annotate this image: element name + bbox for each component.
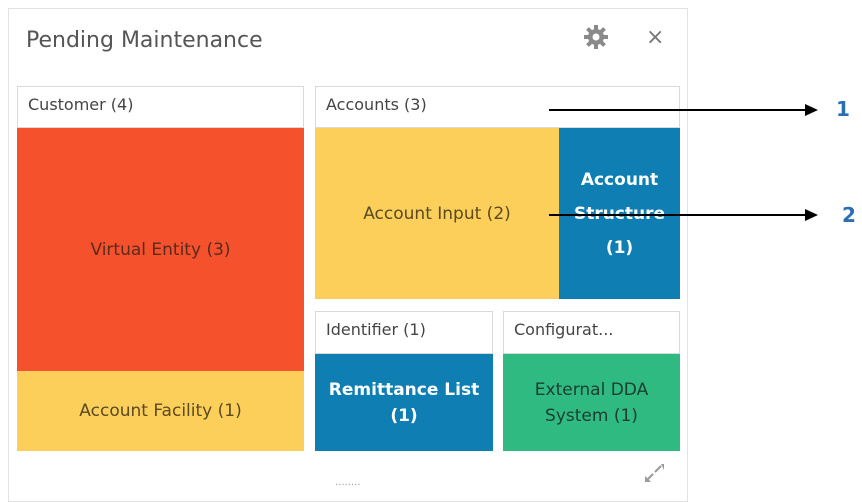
drag-grip[interactable]: ........ (335, 477, 360, 488)
gear-icon[interactable] (583, 24, 609, 50)
tile-external-dda-system[interactable]: External DDA System (1) (503, 354, 680, 451)
tile-account-facility[interactable]: Account Facility (1) (17, 371, 304, 451)
tile-label-remittance-1: Remittance List (328, 379, 480, 400)
callout-arrowhead-1 (805, 104, 818, 116)
tile-label-virtual-entity: Virtual Entity (3) (90, 239, 231, 260)
tile-virtual-entity[interactable]: Virtual Entity (3) (17, 128, 304, 371)
group-header-identifier[interactable]: Identifier (1) (315, 311, 493, 354)
tile-label-account-structure-1: Account (580, 169, 659, 190)
group-label-customer: Customer (4) (28, 95, 134, 114)
callout-label-1: 1 (836, 97, 850, 121)
group-header-configuration[interactable]: Configurat... (503, 311, 680, 354)
tile-remittance-list[interactable]: Remittance List (1) (315, 354, 493, 451)
callout-arrowhead-2 (805, 209, 818, 221)
tile-label-remittance-2: (1) (390, 405, 418, 426)
widget-title: Pending Maintenance (26, 28, 263, 53)
group-header-accounts[interactable]: Accounts (3) (315, 86, 680, 128)
tile-label-account-facility: Account Facility (1) (79, 401, 242, 421)
tile-label-account-input: Account Input (2) (363, 203, 511, 224)
callout-label-2: 2 (842, 203, 856, 227)
tile-label-account-structure-3: (1) (605, 237, 634, 258)
tile-label-external-1: External DDA (534, 379, 649, 400)
tile-account-structure[interactable]: Account Structure (1) (559, 128, 680, 299)
expand-icon[interactable] (641, 460, 667, 486)
group-label-identifier: Identifier (1) (326, 320, 426, 339)
close-icon[interactable]: × (646, 27, 664, 49)
tile-account-input[interactable]: Account Input (2) (315, 128, 559, 299)
group-label-accounts: Accounts (3) (326, 95, 427, 114)
tile-label-account-structure-2: Structure (573, 203, 666, 224)
group-label-configuration: Configurat... (514, 320, 614, 339)
tile-label-external-2: System (1) (545, 405, 638, 426)
group-header-customer[interactable]: Customer (4) (17, 86, 304, 128)
